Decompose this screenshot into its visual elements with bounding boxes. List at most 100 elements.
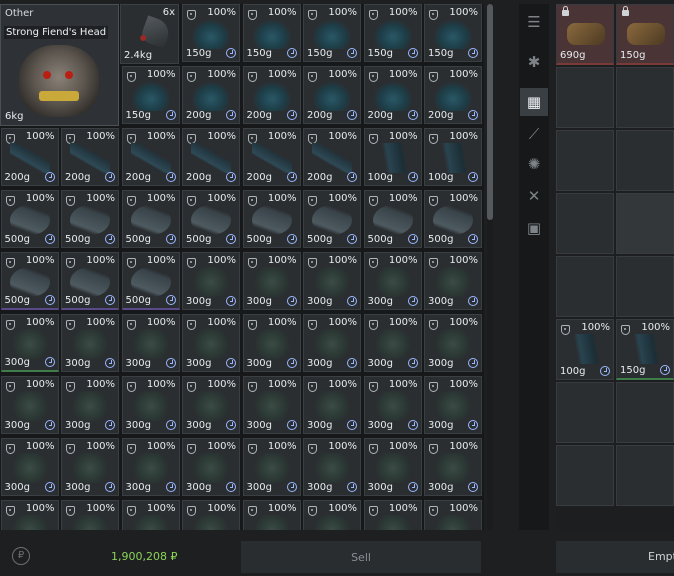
item-cell[interactable]: 100% 200g	[61, 128, 119, 186]
item-cell[interactable]: 100% 300g	[121, 438, 180, 496]
item-cell[interactable]: 100% 500g	[363, 190, 422, 248]
item-cell[interactable]: 100% 300g	[242, 438, 301, 496]
item-cell[interactable]: 100% 200g	[303, 66, 361, 124]
item-cell[interactable]: 100%	[61, 500, 119, 530]
sell-button[interactable]: Sell	[241, 541, 481, 573]
item-cell[interactable]: 100% 300g	[424, 376, 482, 434]
item-cell[interactable]: 100%	[0, 500, 59, 530]
item-cell[interactable]: 100% 300g	[303, 438, 361, 496]
item-cell[interactable]: 100%	[121, 500, 180, 530]
item-cell[interactable]: 100% 300g	[242, 314, 301, 372]
grid-icon[interactable]: ▦	[520, 88, 548, 116]
box-icon[interactable]: ▣	[520, 214, 548, 242]
item-cell[interactable]: 100% 200g	[121, 128, 180, 186]
item-cell[interactable]: 100%	[303, 500, 361, 530]
item-cell[interactable]: 100% 300g	[363, 252, 422, 310]
stash-slot-empty[interactable]	[556, 445, 614, 506]
stash-slot-empty[interactable]	[556, 382, 614, 443]
item-cell[interactable]: 100% 300g	[182, 376, 240, 434]
blade-icon[interactable]: ⟋	[520, 120, 548, 148]
item-cell[interactable]: 100% 150g	[363, 4, 422, 62]
lock-icon	[562, 6, 569, 16]
item-cell[interactable]: 100% 300g	[242, 376, 301, 434]
item-cell[interactable]: 100% 300g	[363, 438, 422, 496]
item-cell[interactable]: 100%	[242, 500, 301, 530]
item-cell[interactable]: 100% 300g	[363, 314, 422, 372]
item-cell[interactable]: 100% 300g	[424, 438, 482, 496]
item-cell-horn[interactable]: 6x 2.4kg	[120, 4, 179, 64]
item-cell[interactable]: 100% 300g	[182, 252, 240, 310]
item-cell[interactable]: 100% 100g	[424, 128, 482, 186]
stash-slot-empty[interactable]	[556, 256, 614, 317]
tools-icon[interactable]: ✕	[520, 182, 548, 210]
item-cell[interactable]: 100% 200g	[303, 128, 361, 186]
stash-slot-empty[interactable]	[556, 130, 614, 191]
item-cell[interactable]: 100% 150g	[182, 4, 240, 62]
inventory-scrollbar[interactable]	[487, 4, 493, 530]
item-cell[interactable]: 100% 300g	[303, 376, 361, 434]
item-weight: 6kg	[5, 111, 24, 122]
stash-slot-empty[interactable]	[616, 130, 674, 191]
item-cell-strong-fiends-head[interactable]: Other Strong Fiend's Head 6kg	[0, 4, 119, 126]
item-cell[interactable]: 100% 200g	[242, 128, 301, 186]
item-cell[interactable]: 100% 300g	[182, 438, 240, 496]
brain-icon[interactable]: ✺	[520, 150, 548, 178]
item-cell[interactable]: 100% 150g	[303, 4, 361, 62]
item-cell[interactable]: 100% 300g	[182, 314, 240, 372]
item-cell[interactable]: 100% 500g	[121, 190, 180, 248]
item-cell[interactable]: 100% 150g	[242, 4, 301, 62]
star-icon[interactable]: ✱	[520, 48, 548, 76]
item-cell[interactable]: 100% 300g	[242, 252, 301, 310]
item-durability: 100%	[267, 317, 297, 328]
stash-item[interactable]: 100% 100g	[556, 319, 614, 380]
item-cell[interactable]: 100% 300g	[363, 376, 422, 434]
item-cell[interactable]: 100% 300g	[424, 314, 482, 372]
item-cell[interactable]: 100% 500g	[242, 190, 301, 248]
stash-item-locked[interactable]: 690g	[556, 4, 614, 65]
item-cell[interactable]: 100% 500g	[0, 190, 59, 248]
item-cell[interactable]: 100% 150g	[424, 4, 482, 62]
item-cell[interactable]: 100% 300g	[0, 314, 59, 372]
item-cell[interactable]: 100% 500g	[61, 252, 119, 310]
item-cell[interactable]: 100% 200g	[182, 128, 240, 186]
stash-slot-empty[interactable]	[616, 67, 674, 128]
item-cell[interactable]: 100% 500g	[424, 190, 482, 248]
item-cell[interactable]: 100% 500g	[121, 252, 180, 310]
item-cell[interactable]: 100% 300g	[121, 314, 180, 372]
stash-slot-empty[interactable]	[556, 67, 614, 128]
item-cell[interactable]: 100% 200g	[242, 66, 301, 124]
stash-slot-empty[interactable]	[616, 256, 674, 317]
stash-slot-empty[interactable]	[616, 193, 674, 254]
item-cell[interactable]: 100% 300g	[303, 252, 361, 310]
item-cell[interactable]: 100% 300g	[0, 438, 59, 496]
item-cell[interactable]: 100% 300g	[61, 314, 119, 372]
item-cell[interactable]: 100% 500g	[182, 190, 240, 248]
item-cell[interactable]: 100% 500g	[61, 190, 119, 248]
item-cell[interactable]: 100% 200g	[0, 128, 59, 186]
stash-item-locked[interactable]: 150g	[616, 4, 674, 65]
scrollbar-thumb[interactable]	[487, 4, 493, 220]
item-cell[interactable]: 100% 100g	[363, 128, 422, 186]
item-cell[interactable]: 100%	[424, 500, 482, 530]
item-cell[interactable]: 100% 300g	[303, 314, 361, 372]
item-cell[interactable]: 100%	[182, 500, 240, 530]
item-cell[interactable]: 100% 300g	[61, 376, 119, 434]
item-cell[interactable]: 100% 150g	[121, 66, 180, 124]
stash-item[interactable]: 100% 150g	[616, 319, 674, 380]
item-cell[interactable]: 100%	[363, 500, 422, 530]
item-cell[interactable]: 100% 200g	[424, 66, 482, 124]
item-cell[interactable]: 100% 200g	[182, 66, 240, 124]
item-cell[interactable]: 100% 500g	[0, 252, 59, 310]
stash-slot-empty[interactable]	[616, 445, 674, 506]
item-cell[interactable]: 100% 300g	[0, 376, 59, 434]
item-cell[interactable]: 100% 300g	[61, 438, 119, 496]
list-icon[interactable]: ☰	[520, 8, 548, 36]
empty-button[interactable]: Empty	[556, 541, 674, 573]
item-cell[interactable]: 100% 300g	[121, 376, 180, 434]
stash-slot-empty[interactable]	[616, 382, 674, 443]
item-cell[interactable]: 100% 200g	[363, 66, 422, 124]
mesh-image	[130, 453, 171, 483]
item-cell[interactable]: 100% 500g	[303, 190, 361, 248]
item-cell[interactable]: 100% 300g	[424, 252, 482, 310]
stash-slot-empty[interactable]	[556, 193, 614, 254]
